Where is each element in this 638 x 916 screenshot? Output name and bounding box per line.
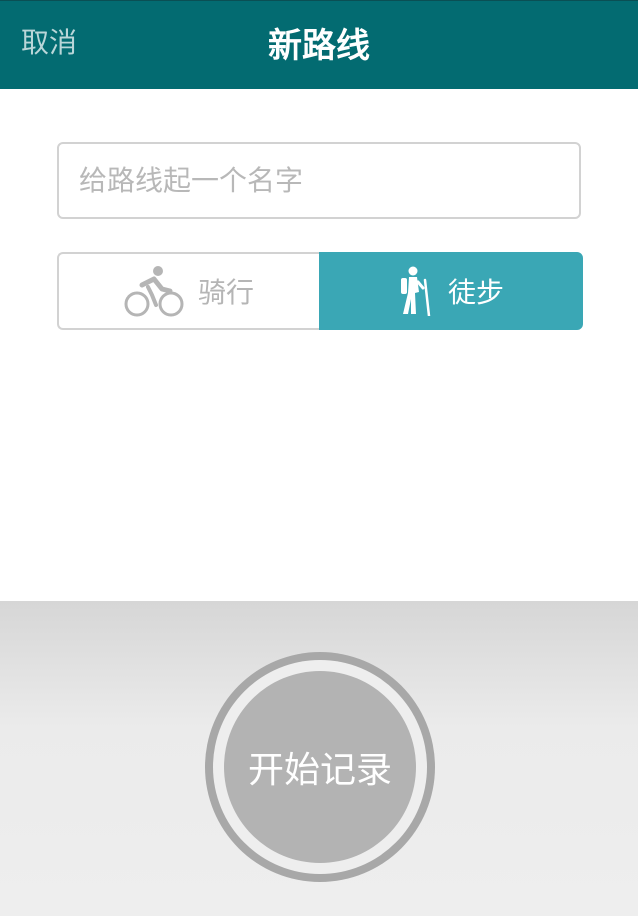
- mode-option-hiking[interactable]: 徒步: [319, 252, 583, 330]
- mode-label-hiking: 徒步: [447, 276, 504, 309]
- record-button-label: 开始记录: [247, 750, 392, 791]
- nav-bar: 取消 新路线: [0, 0, 638, 89]
- hiking-icon: [400, 266, 431, 316]
- route-name-input[interactable]: [57, 142, 581, 219]
- page-title: 新路线: [268, 26, 370, 66]
- app-root: 取消 新路线 骑行 徒步: [0, 0, 638, 916]
- start-record-button[interactable]: 开始记录: [205, 652, 435, 882]
- record-button-face: 开始记录: [224, 671, 416, 863]
- mode-toggle: 骑行 徒步: [57, 252, 583, 330]
- mode-label-cycling: 骑行: [197, 276, 254, 309]
- cycling-icon: [124, 266, 184, 317]
- mode-option-cycling[interactable]: 骑行: [57, 252, 319, 330]
